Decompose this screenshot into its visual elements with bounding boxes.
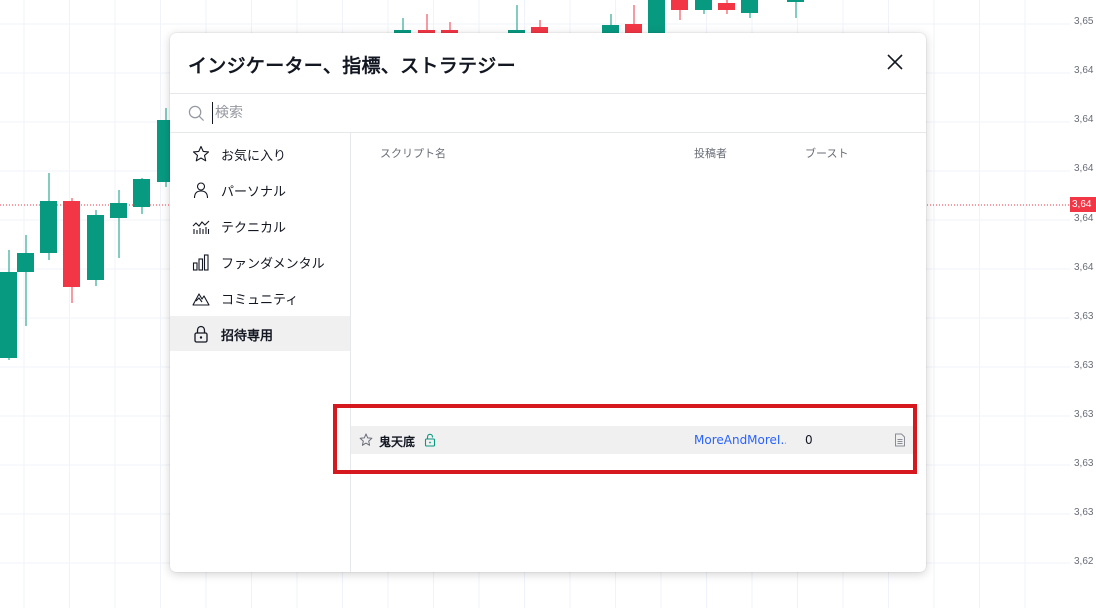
price-axis-label: 3,63 (1074, 458, 1094, 469)
candle-body (695, 0, 712, 10)
price-axis-label: 3,63 (1074, 507, 1094, 518)
sidebar-item-label: 招待専用 (221, 329, 274, 344)
search-bar (170, 93, 926, 133)
candle-body (671, 0, 688, 10)
price-axis-label: 3,63 (1074, 311, 1094, 322)
candle-body (63, 201, 80, 287)
candle-body (0, 272, 17, 358)
dialog-title: インジケーター、指標、ストラテジー (188, 55, 516, 77)
sidebar-item-fundamental[interactable]: ファンダメンタル (170, 244, 350, 279)
price-axis-label: 3,65 (1074, 16, 1094, 27)
favorite-star-icon[interactable] (359, 433, 373, 447)
candle-body (787, 0, 804, 2)
technical-chart-icon (192, 220, 210, 234)
boost-count: 0 (805, 433, 813, 447)
sidebar-item-label: パーソナル (221, 185, 287, 200)
sidebar-item-label: お気に入り (221, 149, 287, 164)
table-row[interactable]: 鬼天底 MoreAndMoreI... 0 (351, 426, 914, 454)
close-icon (887, 54, 903, 70)
candle-body (133, 179, 150, 207)
price-axis-label: 3,64 (1074, 262, 1094, 273)
price-axis-label: 3,63 (1074, 360, 1094, 371)
category-sidebar: お気に入り パーソナル テクニカル ファンダメンタル コミュニティ 招待専用 (170, 132, 351, 572)
indicators-dialog: インジケーター、指標、ストラテジー お気に入り パーソナル (170, 33, 926, 572)
candle-body (40, 201, 57, 253)
unlocked-lock-icon (424, 433, 436, 447)
search-icon (188, 105, 205, 122)
script-list: スクリプト名 投稿者 ブースト 鬼天底 MoreAndMoreI... 0 (351, 132, 926, 572)
current-price-badge: 3,64 (1070, 197, 1096, 212)
candle-body (718, 3, 735, 10)
price-axis: 3,65 3,64 3,64 3,64 3,64 3,64 3,63 3,63 … (1070, 0, 1096, 608)
column-header-script-name[interactable]: スクリプト名 (380, 145, 446, 161)
price-axis-label: 3,63 (1074, 409, 1094, 420)
candle-body (17, 253, 34, 272)
star-icon (192, 145, 210, 162)
author-link[interactable]: MoreAndMoreI... (694, 433, 786, 447)
sidebar-item-favorites[interactable]: お気に入り (170, 136, 350, 171)
sidebar-item-personal[interactable]: パーソナル (170, 172, 350, 207)
user-icon (193, 182, 209, 199)
candle-body (110, 203, 127, 218)
bar-chart-icon (192, 254, 209, 271)
column-header-author[interactable]: 投稿者 (694, 145, 727, 161)
document-icon[interactable] (894, 433, 906, 447)
community-mountain-icon (192, 293, 210, 306)
candle-body (648, 0, 665, 34)
sidebar-item-community[interactable]: コミュニティ (170, 280, 350, 315)
candle-body (741, 0, 758, 13)
sidebar-item-label: ファンダメンタル (221, 257, 325, 272)
script-name: 鬼天底 (379, 435, 416, 449)
close-button[interactable] (882, 49, 908, 75)
price-axis-label: 3,62 (1074, 556, 1094, 567)
price-axis-label: 3,64 (1074, 114, 1094, 125)
candle-body (87, 215, 104, 280)
sidebar-item-invite-only[interactable]: 招待専用 (170, 316, 350, 351)
price-axis-label: 3,64 (1074, 213, 1094, 224)
sidebar-item-label: テクニカル (221, 221, 287, 236)
sidebar-item-label: コミュニティ (221, 293, 299, 308)
lock-icon (194, 325, 208, 343)
price-axis-label: 3,64 (1074, 163, 1094, 174)
price-axis-label: 3,64 (1074, 65, 1094, 76)
search-input[interactable] (212, 102, 895, 124)
sidebar-item-technical[interactable]: テクニカル (170, 208, 350, 243)
dialog-header: インジケーター、指標、ストラテジー (170, 33, 926, 93)
column-header-boosts[interactable]: ブースト (805, 145, 848, 161)
